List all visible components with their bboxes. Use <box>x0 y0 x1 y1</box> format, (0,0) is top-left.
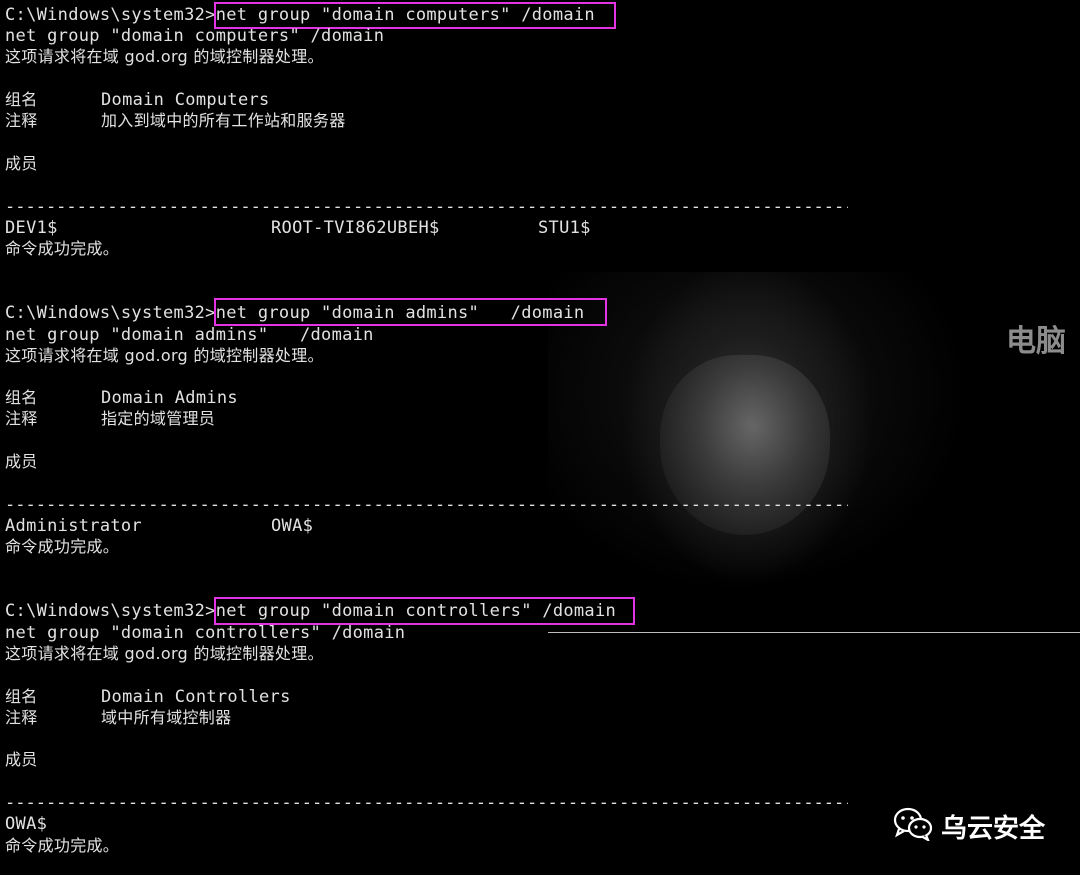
member-item: STU1$ <box>538 218 591 238</box>
wechat-icon <box>893 807 933 845</box>
group-name-label: 组名 <box>5 388 38 407</box>
member-item: OWA$ <box>271 516 314 536</box>
group-name-value: Domain Computers <box>101 90 270 110</box>
members-label: 成员 <box>5 750 38 769</box>
group-name-row: 组名 Domain Admins <box>5 388 605 408</box>
comment-label: 注释 <box>5 708 38 727</box>
group-name-value: Domain Controllers <box>101 687 291 707</box>
group-name-label: 组名 <box>5 90 38 109</box>
success-message: 命令成功完成。 <box>5 537 120 556</box>
command-echo: net group "domain controllers" /domain <box>5 623 406 643</box>
member-item: OWA$ <box>5 814 48 834</box>
members-label: 成员 <box>5 452 38 471</box>
command-line: C:\Windows\system32>net group "domain ad… <box>5 303 584 323</box>
request-info: 这项请求将在域 god.org 的域控制器处理。 <box>5 346 324 365</box>
command-text: net group "domain admins" /domain <box>215 303 585 323</box>
comment-row: 注释 加入到域中的所有工作站和服务器 <box>5 111 605 131</box>
group-name-row: 组名 Domain Controllers <box>5 687 605 707</box>
prompt: C:\Windows\system32> <box>5 5 216 25</box>
command-text: net group "domain controllers" /domain <box>215 601 617 621</box>
members-row: OWA$ <box>5 814 705 834</box>
command-echo: net group "domain admins" /domain <box>5 325 374 345</box>
request-info: 这项请求将在域 god.org 的域控制器处理。 <box>5 47 324 66</box>
comment-row: 注释 指定的域管理员 <box>5 409 605 429</box>
members-label: 成员 <box>5 154 38 173</box>
watermark: 乌云安全 <box>893 807 1045 845</box>
comment-value: 域中所有域控制器 <box>101 708 232 727</box>
watermark-text: 乌云安全 <box>941 813 1046 844</box>
success-message: 命令成功完成。 <box>5 836 120 855</box>
command-echo: net group "domain computers" /domain <box>5 26 385 46</box>
member-item: Administrator <box>5 516 142 536</box>
members-row: Administrator OWA$ <box>5 516 705 536</box>
separator-line: ----------------------------------------… <box>5 197 848 217</box>
command-text: net group "domain computers" /domain <box>215 5 595 25</box>
background-caption: 电脑 <box>1006 324 1066 359</box>
group-name-label: 组名 <box>5 687 38 706</box>
request-info: 这项请求将在域 god.org 的域控制器处理。 <box>5 644 324 663</box>
comment-value: 加入到域中的所有工作站和服务器 <box>101 111 346 130</box>
group-name-value: Domain Admins <box>101 388 238 408</box>
hooded-figure-background <box>548 272 1080 632</box>
separator-line: ----------------------------------------… <box>5 793 848 813</box>
background-divider <box>548 632 1080 633</box>
command-line: C:\Windows\system32>net group "domain co… <box>5 601 616 621</box>
success-message: 命令成功完成。 <box>5 239 120 258</box>
separator-line: ----------------------------------------… <box>5 495 848 515</box>
members-row: DEV1$ ROOT-TVI862UBEH$ STU1$ <box>5 218 705 238</box>
member-item: ROOT-TVI862UBEH$ <box>271 218 440 238</box>
comment-value: 指定的域管理员 <box>101 409 216 428</box>
group-name-row: 组名 Domain Computers <box>5 90 605 110</box>
terminal-window[interactable]: 电脑 C:\Windows\system32>net group "domain… <box>0 0 1080 875</box>
command-line: C:\Windows\system32>net group "domain co… <box>5 5 595 25</box>
prompt: C:\Windows\system32> <box>5 303 216 323</box>
comment-row: 注释 域中所有域控制器 <box>5 708 605 728</box>
member-item: DEV1$ <box>5 218 58 238</box>
prompt: C:\Windows\system32> <box>5 601 216 621</box>
comment-label: 注释 <box>5 409 38 428</box>
comment-label: 注释 <box>5 111 38 130</box>
